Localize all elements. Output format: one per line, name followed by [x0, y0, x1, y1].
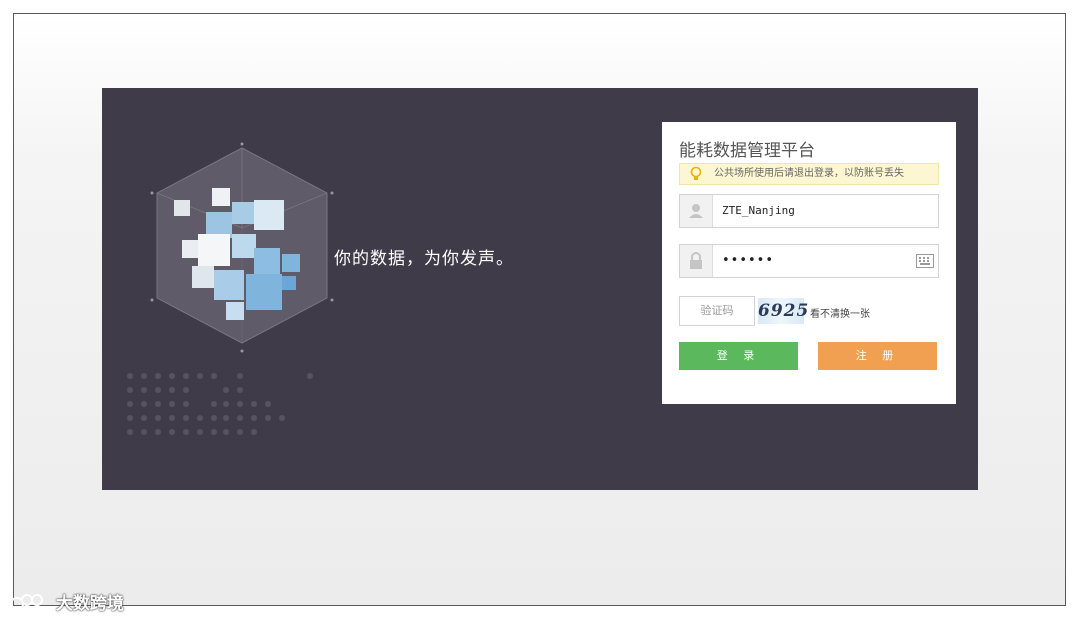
keyboard-icon[interactable] — [916, 254, 934, 268]
login-button[interactable]: 登 录 — [679, 342, 798, 370]
watermark-logo-icon — [10, 593, 43, 611]
decorative-dot-grid — [127, 373, 313, 435]
watermark: 大数跨境 — [10, 589, 124, 614]
slogan-text: 你的数据，为你发声。 — [334, 249, 514, 269]
captcha-refresh-link[interactable]: 看不清换一张 — [810, 305, 870, 320]
lock-icon — [690, 252, 702, 269]
lightbulb-icon — [690, 166, 702, 180]
register-button[interactable]: 注 册 — [818, 342, 937, 370]
captcha-image[interactable]: 6925 — [758, 298, 808, 324]
password-field[interactable]: •••••• — [679, 244, 939, 278]
password-value: •••••• — [722, 253, 775, 268]
login-title: 能耗数据管理平台 — [679, 141, 815, 161]
cube-logo-icon — [150, 142, 334, 353]
security-notice: 公共场所使用后请退出登录，以防账号丢失 — [679, 163, 939, 185]
username-value: ZTE_Nanjing — [722, 204, 795, 217]
security-notice-text: 公共场所使用后请退出登录，以防账号丢失 — [714, 168, 904, 179]
username-field[interactable]: ZTE_Nanjing — [679, 194, 939, 228]
captcha-input[interactable]: 验证码 — [679, 296, 755, 326]
login-card: 能耗数据管理平台 公共场所使用后请退出登录，以防账号丢失 ZTE_Nanjing… — [662, 122, 956, 404]
watermark-text: 大数跨境 — [55, 594, 124, 614]
user-icon — [689, 204, 703, 218]
